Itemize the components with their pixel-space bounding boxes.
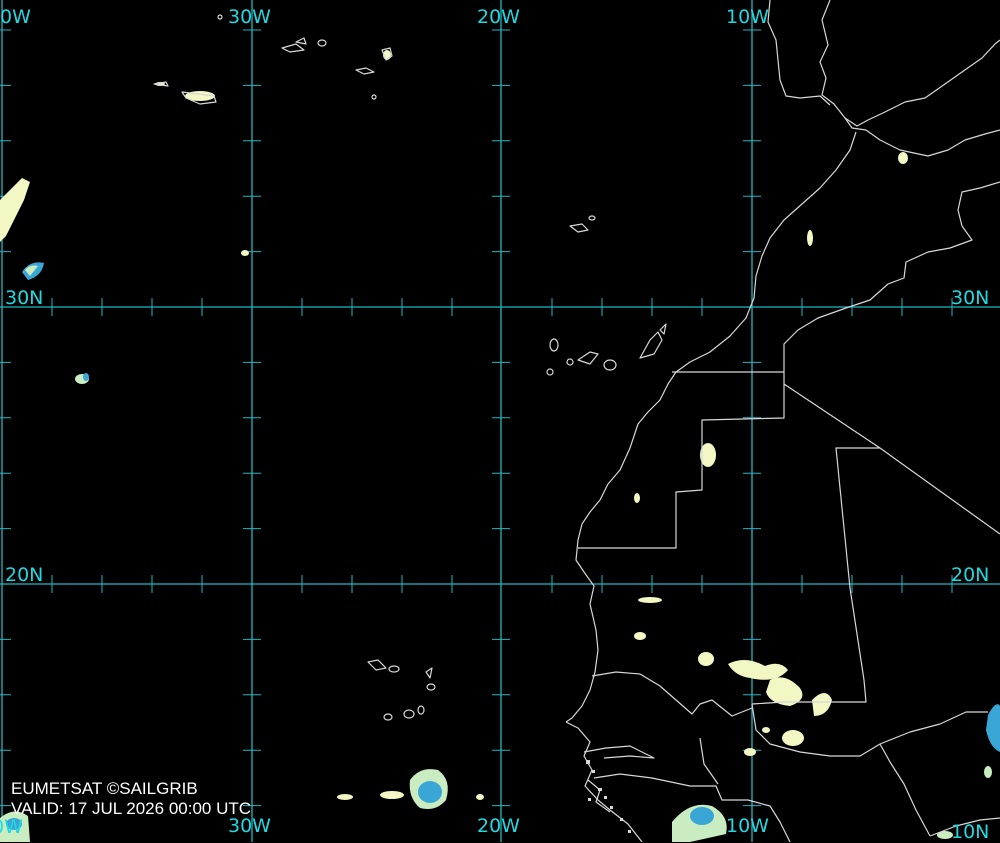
cloud-patch (634, 632, 646, 640)
grid-label-lat-right: 30N (951, 287, 990, 309)
cloud-patch (380, 791, 404, 799)
grid-label-lat-right: 20N (951, 564, 990, 586)
grid-label-lon-top: 30W (228, 6, 271, 28)
cloud-patch (898, 152, 908, 164)
cloud-patch (634, 493, 640, 503)
cloud-patch (698, 652, 714, 666)
grid-label-lon-bottom: 10N (951, 821, 990, 843)
grid-label-lon-bottom: 30W (228, 815, 271, 837)
grid-label-lat-left: 20N (5, 564, 44, 586)
valid-time: VALID: 17 JUL 2026 00:00 UTC (11, 799, 252, 818)
cloud-patch (337, 794, 353, 800)
cloud-patch (418, 781, 442, 803)
cloud-patch (241, 250, 249, 256)
grid-label-lon-bottom: 0W (0, 816, 23, 838)
cloud-patch (476, 794, 484, 800)
grid-label-lon-bottom: 10W (726, 815, 769, 837)
source-credit: EUMETSAT ©SAILGRIB (11, 779, 198, 798)
grid-label-lon-top: 0W (0, 6, 31, 28)
cloud-patch (984, 766, 992, 778)
grid-label-lon-top: 20W (477, 6, 520, 28)
cloud-patch (83, 373, 89, 381)
cloud-patch (638, 597, 662, 603)
cloud-patch (762, 727, 770, 733)
grid-label-lon-top: 10W (726, 6, 769, 28)
satellite-map (0, 0, 1000, 842)
cloud-patch (782, 730, 804, 746)
grid-label-lat-left: 30N (5, 287, 44, 309)
cloud-patch (807, 230, 813, 246)
cloud-patch (690, 807, 714, 825)
grid-label-lon-bottom: 20W (477, 815, 520, 837)
cloud-patch (744, 748, 756, 756)
